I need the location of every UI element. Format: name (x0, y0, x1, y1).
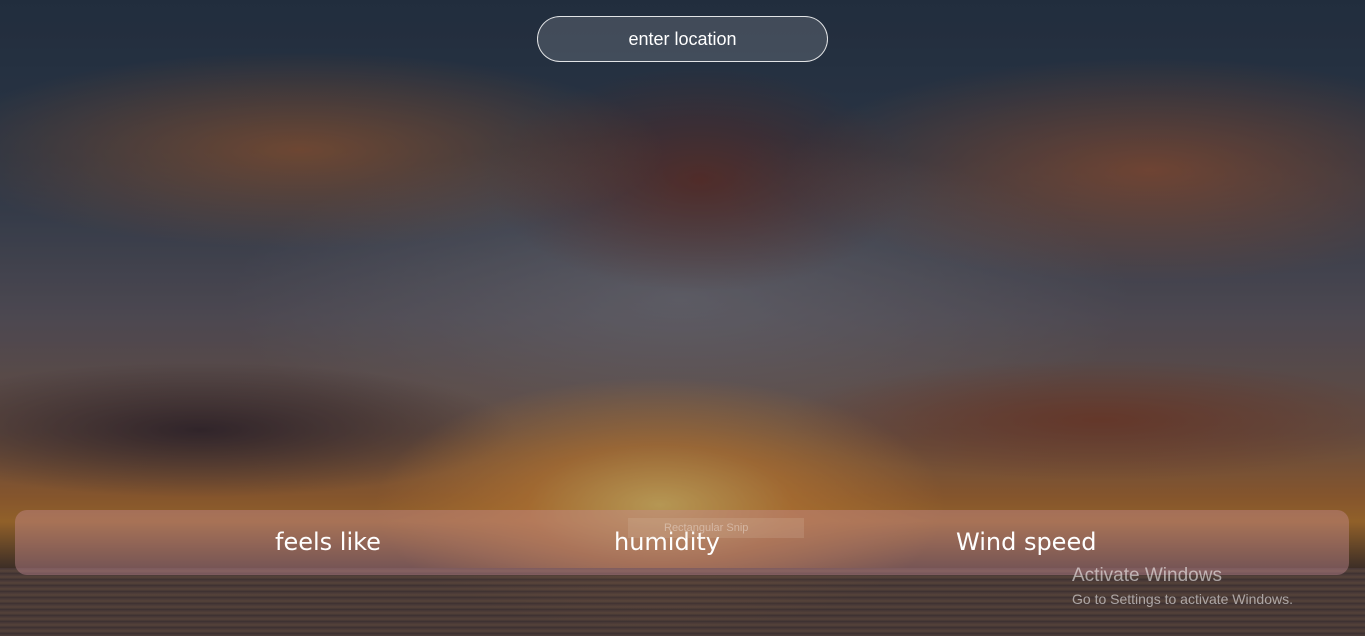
location-search-input[interactable] (537, 16, 828, 62)
activate-windows-title: Activate Windows (1072, 565, 1222, 586)
activate-windows-subtitle: Go to Settings to activate Windows. (1072, 591, 1293, 607)
snip-tool-label: Rectangular Snip (664, 522, 749, 534)
snip-tool-overlay: Rectangular Snip (628, 518, 804, 538)
feels-like-label: feels like (275, 528, 381, 556)
activate-windows-watermark: Activate Windows Go to Settings to activ… (1072, 564, 1293, 608)
wind-speed-label: Wind speed (956, 528, 1097, 556)
